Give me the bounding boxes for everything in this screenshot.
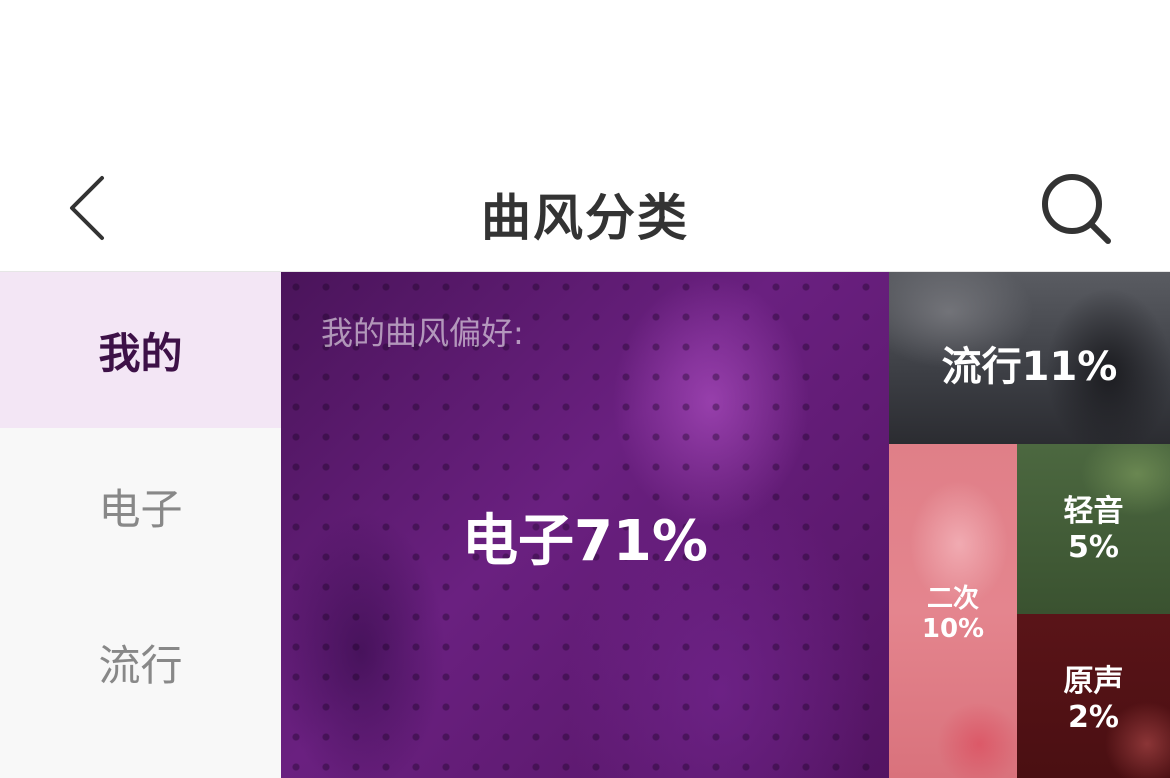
genre-tile-anime[interactable]: 二次 10% (889, 444, 1017, 778)
genre-tile-pop[interactable]: 流行11% (889, 272, 1170, 444)
genre-tile-label: 流行11% (941, 344, 1118, 390)
navigation-bar: 曲风分类 (0, 150, 1170, 272)
sidebar-item-label: 我的 (98, 328, 183, 378)
category-sidebar: 我的 电子 流行 (0, 272, 281, 778)
status-bar-area (0, 0, 1170, 150)
sidebar-item-mine[interactable]: 我的 (0, 272, 281, 428)
search-button[interactable] (1036, 170, 1120, 254)
sidebar-item-pop[interactable]: 流行 (0, 584, 281, 740)
genre-percent: 2% (1068, 700, 1119, 735)
genre-tile-label: 电子71% (461, 509, 709, 574)
genre-percent: 10% (921, 614, 985, 644)
sidebar-item-label: 流行 (98, 640, 183, 690)
genre-tile-light-music[interactable]: 轻音 5% (1017, 444, 1170, 614)
genre-tile-electronic[interactable]: 我的曲风偏好: 电子71% (281, 272, 889, 778)
genre-tile-label: 二次 10% (889, 584, 1017, 644)
genre-name: 轻音 (1063, 494, 1124, 529)
genre-tile-label: 原声 2% (1017, 664, 1170, 736)
genre-tile-acoustic[interactable]: 原声 2% (1017, 614, 1170, 778)
search-icon (1042, 174, 1111, 244)
genre-name: 二次 (926, 584, 979, 614)
sidebar-item-label: 电子 (98, 484, 183, 534)
genre-tile-label: 轻音 5% (1017, 494, 1170, 566)
genre-name: 原声 (1063, 664, 1124, 699)
sidebar-item-electronic[interactable]: 电子 (0, 428, 281, 584)
preference-label: 我的曲风偏好: (321, 314, 524, 352)
page-title: 曲风分类 (481, 189, 689, 247)
genre-percent: 5% (1068, 530, 1119, 565)
